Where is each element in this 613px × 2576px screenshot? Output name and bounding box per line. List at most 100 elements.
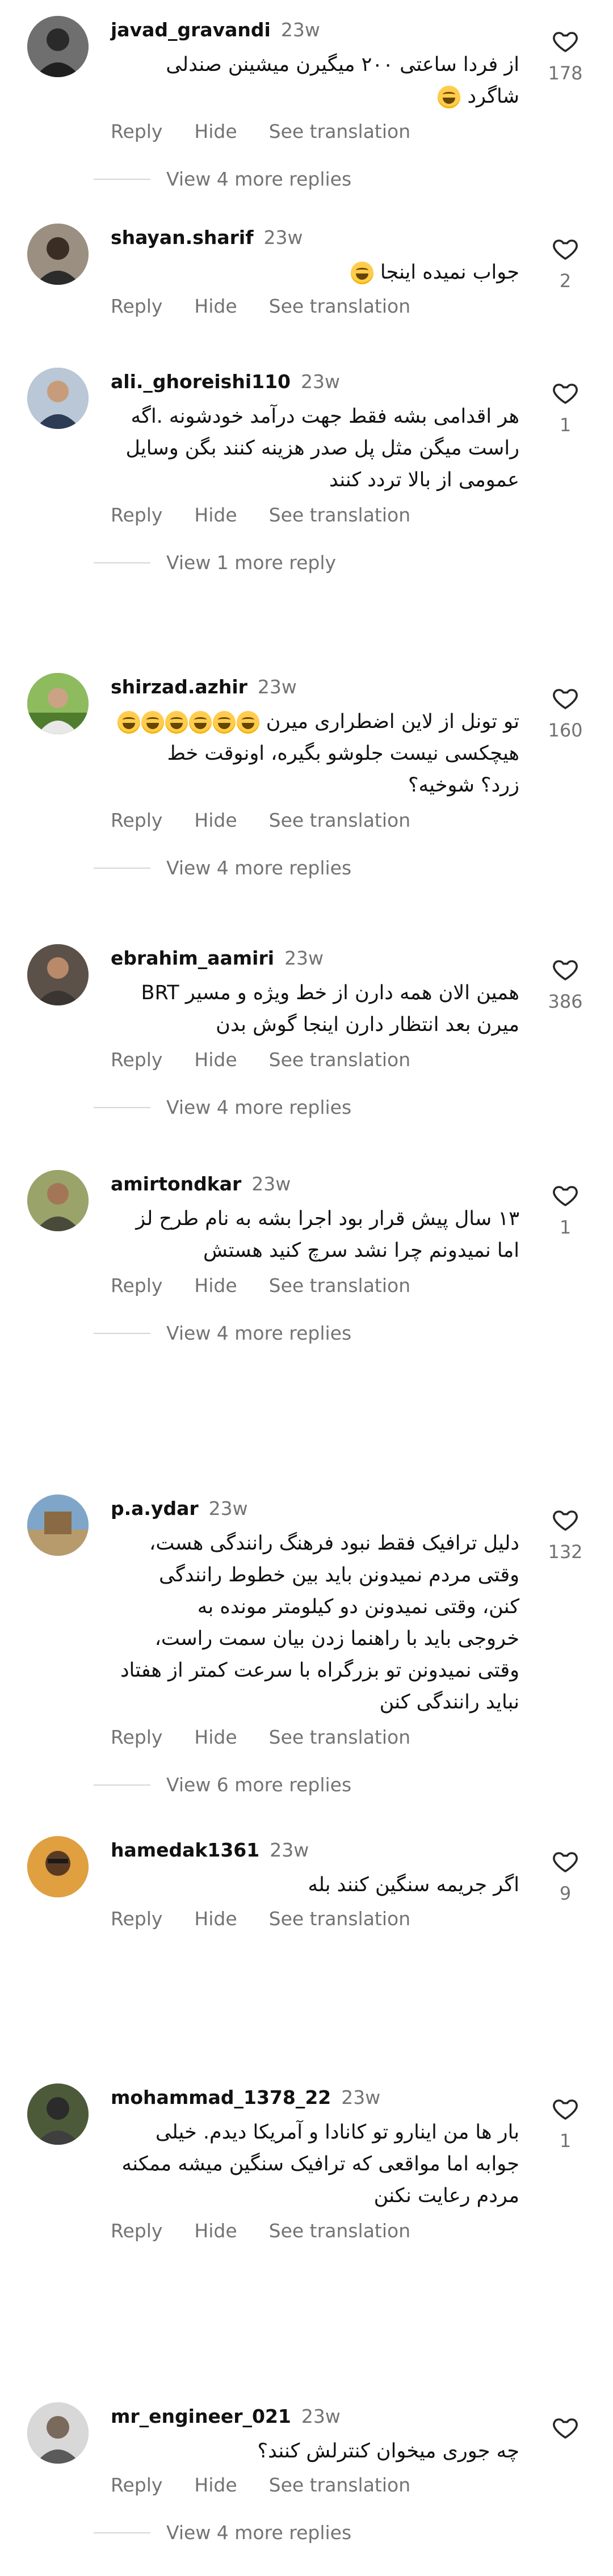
- see-translation-button[interactable]: See translation: [269, 120, 410, 142]
- like-count: 386: [548, 991, 583, 1012]
- timestamp: 23w: [284, 946, 324, 969]
- heart-icon[interactable]: [552, 1181, 579, 1209]
- replies-divider: [94, 562, 150, 563]
- avatar[interactable]: [27, 1836, 89, 1897]
- like-count: 2: [559, 270, 572, 292]
- see-translation-button[interactable]: See translation: [269, 1274, 410, 1297]
- avatar[interactable]: [27, 944, 89, 1005]
- avatar[interactable]: [27, 368, 89, 429]
- heart-icon[interactable]: [552, 2414, 579, 2441]
- heart-icon[interactable]: [552, 956, 579, 983]
- comment-text: هر اقدامی بشه فقط جهت درآمد خودشونه .اگه…: [125, 405, 519, 491]
- username[interactable]: mohammad_1378_22: [111, 2086, 331, 2108]
- see-translation-button[interactable]: See translation: [269, 1049, 410, 1071]
- see-translation-button[interactable]: See translation: [269, 2474, 410, 2496]
- like-count: 1: [559, 1217, 572, 1238]
- avatar[interactable]: [27, 224, 89, 285]
- view-replies-button[interactable]: View 6 more replies: [94, 1774, 351, 1796]
- hide-button[interactable]: Hide: [194, 1274, 237, 1297]
- see-translation-button[interactable]: See translation: [269, 809, 410, 831]
- replies-divider: [94, 867, 150, 869]
- heart-icon[interactable]: [552, 684, 579, 712]
- reply-button[interactable]: Reply: [111, 295, 162, 317]
- heart-icon[interactable]: [552, 379, 579, 406]
- grinning-sweat-emoji-icon: [350, 262, 373, 284]
- heart-icon[interactable]: [552, 2095, 579, 2122]
- username[interactable]: shayan.sharif: [111, 226, 254, 249]
- heart-icon[interactable]: [552, 1847, 579, 1875]
- username[interactable]: mr_engineer_021: [111, 2405, 291, 2427]
- reply-button[interactable]: Reply: [111, 1726, 162, 1748]
- reply-button[interactable]: Reply: [111, 120, 162, 142]
- timestamp: 23w: [257, 675, 297, 698]
- username[interactable]: ali._ghoreishi110: [111, 371, 291, 393]
- view-replies-button[interactable]: View 4 more replies: [94, 168, 351, 190]
- avatar[interactable]: [27, 2402, 89, 2464]
- timestamp: 23w: [208, 1497, 248, 1519]
- heart-icon[interactable]: [552, 235, 579, 262]
- reply-button[interactable]: Reply: [111, 2220, 162, 2242]
- comment-text: بار ها من اینارو تو کانادا و آمریکا دیدم…: [121, 2121, 519, 2207]
- like-count: 160: [548, 719, 583, 741]
- hide-button[interactable]: Hide: [194, 1908, 237, 1930]
- hide-button[interactable]: Hide: [194, 2220, 237, 2242]
- see-translation-button[interactable]: See translation: [269, 295, 410, 317]
- hide-button[interactable]: Hide: [194, 120, 237, 142]
- timestamp: 23w: [263, 226, 303, 249]
- heart-icon[interactable]: [552, 27, 579, 54]
- avatar[interactable]: [27, 1495, 89, 1556]
- comment-text: اگر جریمه سنگین کنند بله: [308, 1874, 519, 1896]
- comment-text: دلیل ترافیک فقط نبود فرهنگ رانندگی هست، …: [120, 1532, 519, 1714]
- username[interactable]: shirzad.azhir: [111, 676, 247, 698]
- like-count: 132: [548, 1541, 583, 1563]
- reply-button[interactable]: Reply: [111, 809, 162, 831]
- see-translation-button[interactable]: See translation: [269, 2220, 410, 2242]
- avatar[interactable]: [27, 1170, 89, 1231]
- replies-divider: [94, 2532, 150, 2533]
- like-count: 1: [559, 2130, 572, 2152]
- hide-button[interactable]: Hide: [194, 2474, 237, 2496]
- view-replies-button[interactable]: View 4 more replies: [94, 857, 351, 879]
- username[interactable]: javad_gravandi: [111, 19, 271, 41]
- view-replies-button[interactable]: View 4 more replies: [94, 1096, 351, 1118]
- comment-text: همین الان همه دارن از خط ویژه و مسیر BRT…: [141, 982, 519, 1036]
- view-replies-button[interactable]: View 4 more replies: [94, 2522, 351, 2544]
- hide-button[interactable]: Hide: [194, 1726, 237, 1748]
- reply-button[interactable]: Reply: [111, 1908, 162, 1930]
- view-replies-button[interactable]: View 1 more reply: [94, 552, 336, 574]
- see-translation-button[interactable]: See translation: [269, 504, 410, 526]
- comment-text: جواب نمیده اینجا: [111, 256, 519, 288]
- username[interactable]: amirtondkar: [111, 1173, 241, 1195]
- timestamp: 23w: [270, 1838, 309, 1861]
- reply-button[interactable]: Reply: [111, 2474, 162, 2496]
- username[interactable]: hamedak1361: [111, 1839, 259, 1861]
- see-translation-button[interactable]: See translation: [269, 1908, 410, 1930]
- reply-button[interactable]: Reply: [111, 1049, 162, 1071]
- timestamp: 23w: [301, 370, 340, 393]
- grinning-sweat-emoji-icon: [165, 711, 188, 734]
- like-count: 178: [548, 62, 583, 84]
- replies-divider: [94, 1784, 150, 1786]
- hide-button[interactable]: Hide: [194, 1049, 237, 1071]
- view-replies-button[interactable]: View 4 more replies: [94, 1322, 351, 1344]
- heart-icon[interactable]: [552, 1506, 579, 1533]
- comment-text: از فردا ساعتی ۲۰۰ میگیرن میشینن صندلی شا…: [166, 53, 519, 108]
- hide-button[interactable]: Hide: [194, 504, 237, 526]
- username[interactable]: ebrahim_aamiri: [111, 947, 274, 969]
- grinning-sweat-emoji-icon: [117, 711, 140, 734]
- grinning-sweat-emoji-icon: [236, 711, 259, 734]
- avatar[interactable]: [27, 2083, 89, 2145]
- reply-button[interactable]: Reply: [111, 504, 162, 526]
- reply-button[interactable]: Reply: [111, 1274, 162, 1297]
- comment-text: تو تونل از لاین اضطراری میرن هیچکسی نیست…: [111, 706, 519, 801]
- grinning-sweat-emoji-icon: [188, 711, 212, 734]
- avatar[interactable]: [27, 16, 89, 77]
- hide-button[interactable]: Hide: [194, 295, 237, 317]
- avatar[interactable]: [27, 673, 89, 734]
- timestamp: 23w: [280, 18, 320, 41]
- hide-button[interactable]: Hide: [194, 809, 237, 831]
- like-count: 9: [559, 1883, 572, 1904]
- see-translation-button[interactable]: See translation: [269, 1726, 410, 1748]
- grinning-sweat-emoji-icon: [141, 711, 164, 734]
- username[interactable]: p.a.ydar: [111, 1497, 199, 1519]
